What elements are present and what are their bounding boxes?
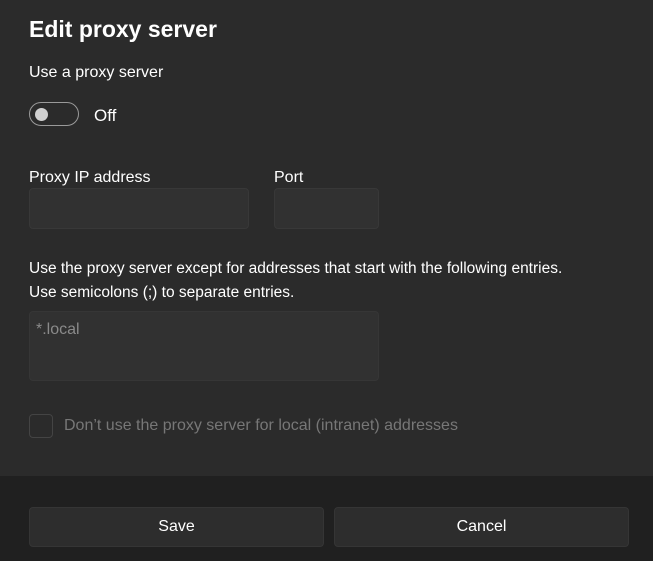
save-button[interactable]: Save bbox=[29, 507, 324, 547]
exceptions-textarea[interactable]: *.local bbox=[29, 311, 379, 381]
exceptions-description-2: Use semicolons (;) to separate entries. bbox=[29, 284, 295, 301]
use-proxy-toggle[interactable] bbox=[29, 102, 79, 126]
port-input[interactable] bbox=[274, 188, 379, 229]
dialog-footer: Save Cancel bbox=[0, 476, 653, 561]
dialog-title: Edit proxy server bbox=[29, 16, 217, 42]
toggle-state-label: Off bbox=[94, 106, 117, 125]
local-bypass-label: Don’t use the proxy server for local (in… bbox=[64, 417, 458, 434]
exceptions-description-1: Use the proxy server except for addresse… bbox=[29, 260, 563, 277]
proxy-ip-input[interactable] bbox=[29, 188, 249, 229]
use-proxy-label: Use a proxy server bbox=[29, 64, 164, 81]
port-label: Port bbox=[274, 169, 304, 186]
toggle-knob bbox=[35, 108, 48, 121]
cancel-button[interactable]: Cancel bbox=[334, 507, 629, 547]
local-bypass-checkbox[interactable] bbox=[29, 414, 53, 438]
exceptions-value: *.local bbox=[36, 321, 80, 338]
proxy-ip-label: Proxy IP address bbox=[29, 169, 151, 186]
